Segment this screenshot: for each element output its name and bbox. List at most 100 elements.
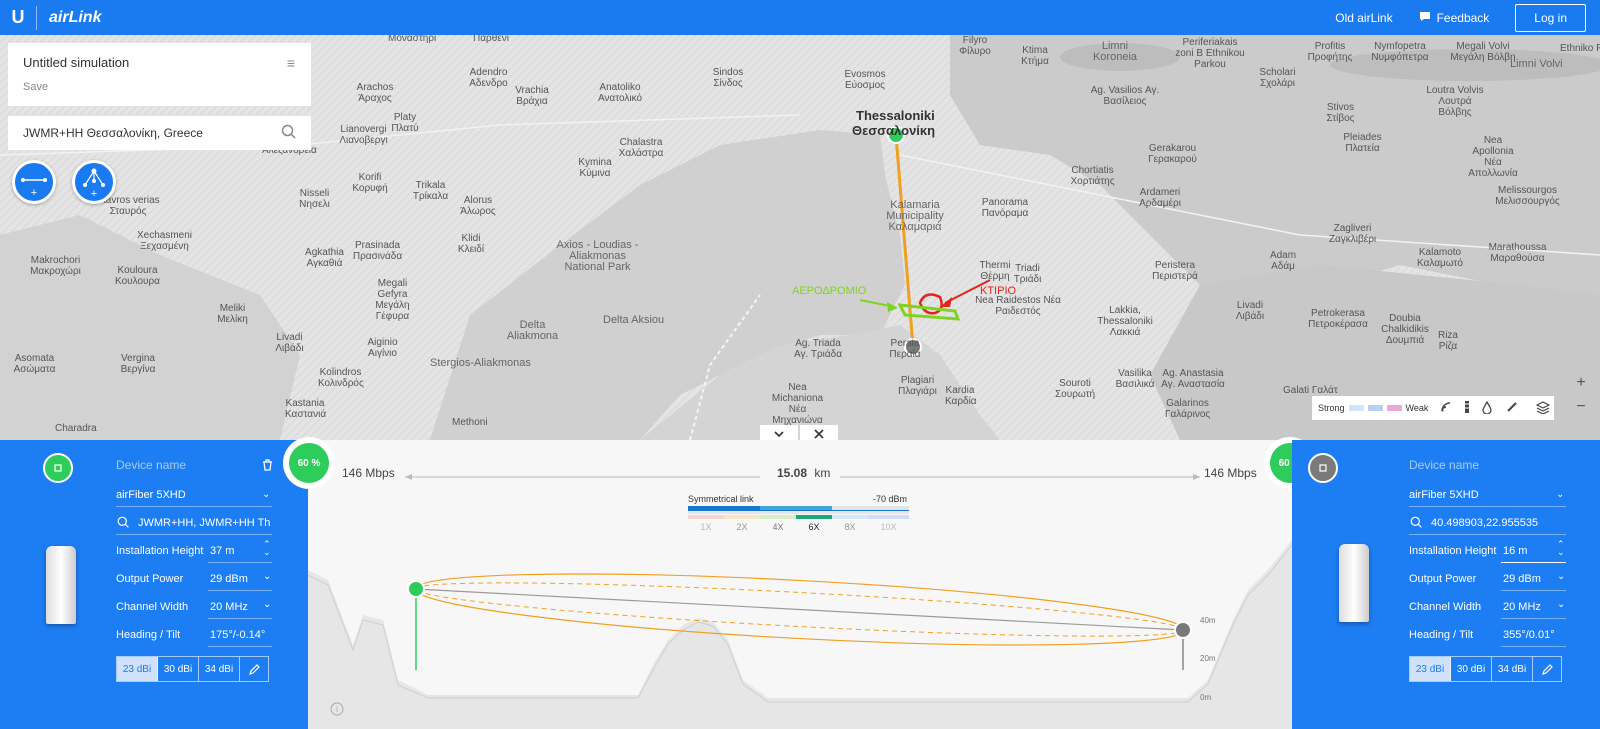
right-height-input[interactable]: 16 m — [1503, 545, 1527, 557]
label-korifi: Korifi Κορυφή — [352, 172, 388, 194]
top-bar: U airLink Old airLink Feedback Log in — [0, 0, 1600, 35]
label-delta-aliakmona: Delta Aliakmona — [506, 319, 559, 342]
edit-antenna-button[interactable] — [1533, 657, 1561, 681]
label-peristera: Peristera Περιστερά — [1152, 260, 1198, 282]
pencil-icon — [248, 663, 260, 675]
layers-icon[interactable] — [1536, 400, 1551, 416]
modulation-4x: 4X — [772, 522, 784, 532]
label-megali-gefyra: Megali Gefyra Μεγάλη Γέφυρα — [375, 278, 410, 322]
annotation-aerodromio: ΑΕΡΟΔΡΟΜΙΟ — [792, 285, 867, 297]
label-plagiari: Plagiari Πλαγιάρι — [898, 375, 937, 397]
edit-antenna-button[interactable] — [240, 657, 268, 681]
right-heading-value[interactable]: 355°/0.01° — [1503, 629, 1555, 641]
location-search[interactable]: JWMR+HH Θεσσαλονίκη, Greece — [8, 116, 311, 150]
login-button[interactable]: Log in — [1515, 3, 1586, 32]
label-kalamoto: Kalamoto Καλαμωτό — [1417, 247, 1463, 269]
label-limni-koroneia: Limni Koroneia — [1092, 40, 1138, 63]
search-input[interactable]: JWMR+HH Θεσσαλονίκη, Greece — [23, 126, 203, 140]
right-height-label: Installation Height — [1409, 545, 1497, 557]
modulation-1x: 1X — [700, 522, 712, 532]
search-icon[interactable] — [281, 124, 297, 145]
left-height-label: Installation Height — [116, 545, 204, 557]
water-drop-icon[interactable] — [1482, 400, 1493, 416]
right-device-model-select[interactable]: airFiber 5XHD — [1409, 489, 1479, 501]
left-width-select[interactable]: 20 MHz — [210, 601, 248, 613]
left-height-input[interactable]: 37 m — [210, 545, 234, 557]
right-power-select[interactable]: 29 dBm — [1503, 573, 1541, 585]
label-trikala: Trikala Τρίκαλα — [412, 180, 449, 202]
label-klidi: Klidi Κλειδί — [457, 233, 485, 255]
ubiquiti-logo[interactable]: U — [0, 0, 36, 35]
feedback-link[interactable]: Feedback — [1419, 11, 1489, 25]
label-marathousa: Marathoussa Μαραθούσα — [1488, 242, 1547, 264]
right-width-select[interactable]: 20 MHz — [1503, 601, 1541, 613]
label-kalamaria: Kalamaria Municipality Καλαμαριά — [886, 199, 944, 233]
left-device-name-label[interactable]: Device name — [116, 458, 186, 472]
gain-34-button[interactable]: 34 dBi — [199, 657, 240, 681]
gain-34-button[interactable]: 34 dBi — [1492, 657, 1533, 681]
add-ptp-link-button[interactable]: + — [12, 160, 56, 204]
label-chortiatis: Chortiatis Χορτιάτης — [1070, 165, 1115, 187]
label-nea-michaniona: Nea Michaniona Νέα Μηχανιώνα — [771, 382, 824, 426]
right-location-input[interactable]: 40.498903,22.955535 — [1431, 517, 1538, 529]
elevation-0m: 0m — [1200, 693, 1212, 702]
old-airlink-link[interactable]: Old airLink — [1335, 11, 1392, 25]
ruler-pencil-icon[interactable] — [1506, 401, 1518, 415]
hamburger-menu-icon[interactable]: ≡ — [287, 55, 295, 71]
left-heading-label: Heading / Tilt — [116, 629, 181, 641]
modulation-8x: 8X — [844, 522, 856, 532]
gain-23-button[interactable]: 23 dBi — [117, 657, 158, 681]
label-adam: Adam Αδάμ — [1269, 250, 1297, 272]
chevron-down-icon: ⌄ — [1557, 599, 1566, 610]
stepper-icon[interactable]: ⌃ ⌄ — [1557, 540, 1565, 557]
modulation-10x: 10X — [880, 522, 897, 532]
zoom-out-button[interactable]: − — [1572, 398, 1590, 416]
gain-30-button[interactable]: 30 dBi — [158, 657, 199, 681]
stepper-icon[interactable]: ⌃ ⌄ — [263, 540, 271, 557]
svg-text:+: + — [91, 188, 97, 200]
modulation-6x: 6X — [808, 522, 820, 532]
left-device-model-select[interactable]: airFiber 5XHD — [116, 489, 186, 501]
trash-icon[interactable] — [262, 458, 273, 476]
left-power-select[interactable]: 29 dBm — [210, 573, 248, 585]
label-petrokerasa: Petrokerasa Πετροκέρασα — [1308, 308, 1368, 330]
add-ptmp-link-button[interactable]: + — [72, 160, 116, 204]
save-link[interactable]: Save — [23, 81, 48, 93]
divider — [208, 646, 272, 647]
label-meliki: Meliki Μελίκη — [217, 303, 248, 325]
label-panorama: Panorama Πανόραμα — [981, 197, 1029, 219]
left-location-input[interactable]: JWMR+HH, JWMR+HH Th — [138, 517, 272, 529]
label-filyro: Filyro Φίλυρο — [959, 35, 991, 57]
wifi-coverage-icon[interactable] — [1440, 401, 1452, 415]
label-agkathia: Agkathia Αγκαθιά — [305, 247, 344, 269]
left-heading-value[interactable]: 175°/-0.14° — [210, 629, 265, 641]
right-device-status-icon[interactable] — [1308, 453, 1338, 483]
label-ardameri: Ardameri Αρδαμέρι — [1139, 187, 1181, 209]
label-nea-apollonia: Nea Apollonia Νέα Απολλωνία — [1468, 135, 1518, 179]
divider — [1409, 534, 1566, 535]
label-loutra: Loutra Volvis Λουτρά Βόλβης — [1426, 85, 1484, 118]
zoom-in-button[interactable]: + — [1572, 374, 1590, 392]
label-vergina: Vergina Βεργίνα — [120, 353, 156, 375]
label-prasinada: Prasinada Πρασινάδα — [352, 240, 403, 262]
gain-30-button[interactable]: 30 dBi — [1451, 657, 1492, 681]
right-device-name-label[interactable]: Device name — [1409, 458, 1479, 472]
simulation-title[interactable]: Untitled simulation — [23, 55, 129, 70]
label-delta-aksiou: Delta Aksiou — [603, 314, 665, 326]
left-device-panel: Device name airFiber 5XHD ⌄ JWMR+HH, JWM… — [0, 440, 308, 729]
gain-23-button[interactable]: 23 dBi — [1410, 657, 1451, 681]
legend-strong: Strong — [1318, 403, 1345, 413]
airlink-logo[interactable]: airLink — [49, 9, 101, 27]
divider — [1501, 590, 1566, 591]
tower-icon[interactable] — [1462, 400, 1472, 416]
label-charadra: Charadra — [55, 423, 97, 434]
logo-divider — [36, 5, 37, 30]
right-antenna-gain-group: 23 dBi 30 dBi 34 dBi — [1409, 656, 1562, 682]
left-device-status-icon[interactable] — [43, 453, 73, 483]
chevron-down-icon: ⌄ — [262, 489, 271, 500]
label-profitis: Profitis Προφήτης — [1307, 41, 1353, 63]
legend-weak: Weak — [1405, 403, 1429, 413]
svg-text:i: i — [336, 705, 338, 714]
modulation-2x: 2X — [736, 522, 748, 532]
divider — [1501, 562, 1566, 563]
